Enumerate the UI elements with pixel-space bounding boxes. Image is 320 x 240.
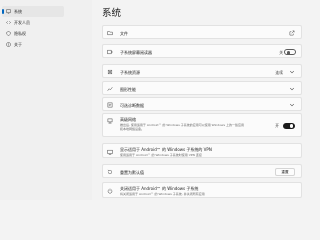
reset-icon [107,169,113,175]
sidebar: 系统 开发人员 隐私权 关于 [0,0,92,200]
info-icon [6,42,11,47]
sidebar-item-developer[interactable]: 开发人员 [2,17,92,28]
screen-reader-label: 子系统屏幕阅读器 [120,49,152,55]
subsystem-resources-value[interactable]: 连续 [275,70,283,76]
reset-row: 重置为默认值 重置 [102,164,302,178]
sidebar-item-label: 开发人员 [14,19,30,25]
files-row[interactable]: 文件 [102,25,302,39]
power-icon [107,188,113,194]
shutdown-desc: 将关闭适用于 Android™ 的 Windows 子系统, 并关闭所有应用 [120,192,205,196]
advanced-networking-state: 开 [275,123,279,128]
graphics-performance-label: 图形性能 [120,86,136,92]
advanced-networking-toggle[interactable] [283,123,295,129]
main-content: 系统 文件 子系统屏幕阅读器 关 子系统资源 连续 图形性能 可选诊断数据 高级… [92,0,302,200]
resources-icon [107,69,113,75]
files-label: 文件 [120,30,128,36]
screen-reader-icon [107,49,113,55]
diagnostic-icon [107,102,113,108]
sidebar-item-label: 关于 [14,41,22,47]
screen-reader-toggle[interactable] [284,49,296,55]
page-title: 系统 [102,8,122,19]
folder-icon [107,31,113,36]
vpn-desc: 使用适用于 Android™ 的 Windows 子系统时使用 VPN 连接 [120,152,202,157]
reset-label: 重置为默认值 [120,169,144,175]
screen-reader-state: 关 [279,49,283,55]
developer-icon [6,21,11,24]
sidebar-item-label: 隐私权 [14,30,26,36]
diagnostic-row[interactable]: 可选诊断数据 [102,97,302,111]
open-external-icon [289,30,295,36]
graphics-icon [107,87,113,91]
chevron-down-icon[interactable] [289,86,295,92]
diagnostic-label: 可选诊断数据 [120,102,144,108]
advanced-networking-desc-2: 和本地网络设备。 [120,126,145,131]
vpn-icon [107,149,113,155]
reset-button[interactable]: 重置 [275,168,295,176]
sidebar-item-about[interactable]: 关于 [2,39,92,50]
graphics-performance-row[interactable]: 图形性能 [102,81,302,95]
subsystem-resources-row[interactable]: 子系统资源 连续 [102,64,302,78]
system-icon [6,9,11,14]
chevron-down-icon[interactable] [289,102,295,108]
sidebar-item-system[interactable]: 系统 [2,6,64,17]
vpn-row[interactable]: 显示适用于 Android™ 的 Windows 子系统的 VPN 使用适用于 … [102,143,302,158]
screen-reader-row: 子系统屏幕阅读器 关 [102,44,302,58]
shutdown-row[interactable]: 关闭适用于 Android™ 的 Windows 子系统 将关闭适用于 Andr… [102,182,302,198]
sidebar-item-privacy[interactable]: 隐私权 [2,28,92,39]
sidebar-item-label: 系统 [14,8,22,14]
network-icon [107,118,113,124]
chevron-down-icon[interactable] [289,69,295,75]
privacy-icon [6,31,11,36]
subsystem-resources-label: 子系统资源 [120,69,140,75]
advanced-networking-row: 高级网络 推出后, 使用适用于 Android™ 的 Windows 子系统的应… [102,113,302,137]
